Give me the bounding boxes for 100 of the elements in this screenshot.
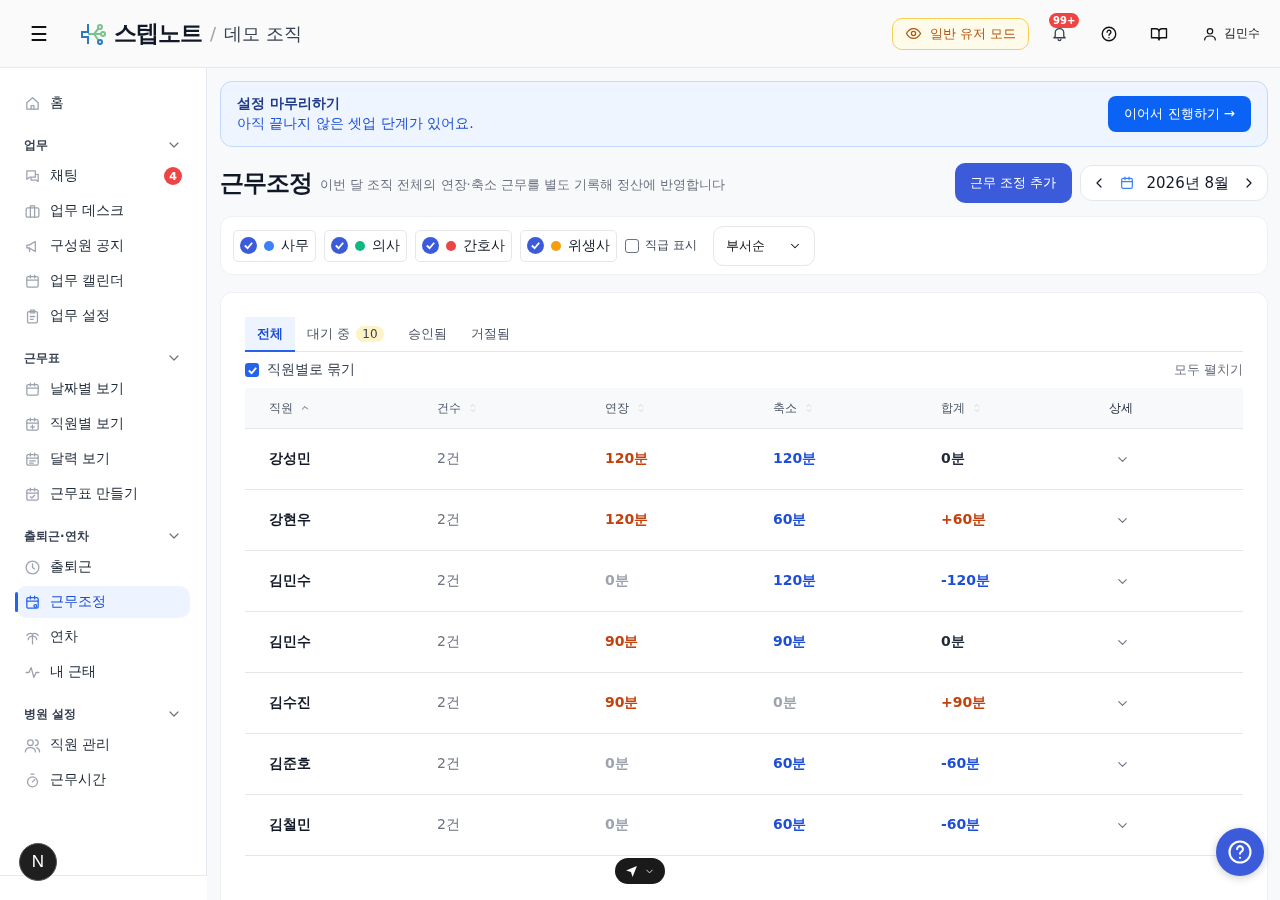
sidebar-item[interactable]: 직원 관리 xyxy=(16,729,190,761)
section-title: 근무표 xyxy=(24,349,60,367)
role-filter-chip[interactable]: 간호사 xyxy=(415,229,512,262)
sidebar-item[interactable]: 달력 보기 xyxy=(16,443,190,475)
table-cell: 120분 xyxy=(749,428,917,490)
expand-all-button[interactable]: 모두 펼치기 xyxy=(1173,361,1243,379)
briefcase-icon xyxy=(24,202,41,220)
clipboard-icon xyxy=(24,307,41,325)
table-cell: -60분 xyxy=(917,794,1085,856)
user-menu-button[interactable]: 김민수 xyxy=(1202,25,1260,42)
sidebar-item[interactable]: 근무표 만들기 xyxy=(16,478,190,510)
calendar-list-icon xyxy=(24,450,41,468)
table-cell: 0분 xyxy=(581,550,749,612)
calendar-clock-icon xyxy=(24,593,41,611)
tab[interactable]: 거절됨 xyxy=(458,317,522,352)
sidebar-item[interactable]: 출퇴근 xyxy=(16,551,190,583)
sort-select[interactable]: 부서순 xyxy=(712,225,815,266)
checkbox[interactable] xyxy=(527,237,544,254)
count-badge: 4 xyxy=(164,167,182,185)
sidebar-item[interactable]: 홈 xyxy=(16,87,190,119)
check-icon xyxy=(246,364,258,376)
table-cell: 60분 xyxy=(749,489,917,551)
chat-icon xyxy=(24,167,41,185)
table-cell: 120분 xyxy=(581,428,749,490)
banner-message: 아직 끝나지 않은 셋업 단계가 있어요. xyxy=(237,115,474,133)
calendar-icon xyxy=(24,380,41,398)
banner-title: 설정 마무리하기 xyxy=(237,95,341,113)
checkbox[interactable] xyxy=(625,238,639,253)
column-header[interactable]: 축소 xyxy=(773,399,797,417)
column-header: 상세 xyxy=(1109,399,1133,417)
user-mode-button[interactable]: 일반 유저 모드 xyxy=(891,17,1029,50)
table-cell: +90분 xyxy=(917,672,1085,734)
navigation-icon xyxy=(625,864,638,878)
table-cell: 2건 xyxy=(413,733,581,795)
tab[interactable]: 승인됨 xyxy=(395,317,459,352)
column-header[interactable]: 건수 xyxy=(437,399,461,417)
sidebar-item[interactable]: 근무시간 xyxy=(16,764,190,796)
page-title: 근무조정 xyxy=(220,168,312,199)
role-filter-chip[interactable]: 의사 xyxy=(324,229,407,262)
table-cell: 김민수 xyxy=(245,550,413,612)
tab[interactable]: 대기 중 10 xyxy=(295,317,396,352)
checkbox-label: 직원별로 묶기 xyxy=(267,361,356,379)
check-icon xyxy=(530,240,541,251)
checkbox[interactable] xyxy=(245,363,259,377)
sidebar-item[interactable]: 근무조정 xyxy=(16,586,190,618)
table-cell: 0분 xyxy=(917,611,1085,673)
sidebar-item[interactable]: 연차 xyxy=(16,621,190,653)
section-title: 병원 설정 xyxy=(24,705,77,723)
table-cell: 김수진 xyxy=(245,672,413,734)
sidebar-item[interactable]: 날짜별 보기 xyxy=(16,373,190,405)
table-cell: 김준호 xyxy=(245,733,413,795)
tab[interactable]: 전체 xyxy=(245,317,295,352)
breadcrumb-separator: / xyxy=(210,23,217,44)
sidebar-item[interactable]: 업무 캘린더 xyxy=(16,265,190,297)
calendar-icon xyxy=(1118,175,1135,191)
sidebar-item[interactable]: 내 근태 xyxy=(16,656,190,688)
table-cell: 강현우 xyxy=(245,489,413,551)
table-cell: 0분 xyxy=(749,672,917,734)
table-cell: 0분 xyxy=(917,428,1085,490)
sidebar-item[interactable]: 채팅 4 xyxy=(16,160,190,192)
role-filter-chip[interactable]: 사무 xyxy=(233,229,316,262)
table-cell: 2건 xyxy=(413,672,581,734)
sidebar-item[interactable]: 업무 설정 xyxy=(16,300,190,332)
eye-icon xyxy=(904,25,922,42)
table-cell: 0분 xyxy=(581,733,749,795)
sidebar-item[interactable]: 구성원 공지 xyxy=(16,230,190,262)
continue-button[interactable]: 이어서 진행하기 → xyxy=(1108,96,1251,132)
brand-name: 스텝노트 xyxy=(114,19,202,48)
table-cell: 2건 xyxy=(413,794,581,856)
sidebar-item[interactable]: 업무 데스크 xyxy=(16,195,190,227)
checkbox[interactable] xyxy=(422,237,439,254)
calendar-check-icon xyxy=(24,485,41,503)
user-icon xyxy=(1202,25,1218,42)
table-cell: 90분 xyxy=(749,611,917,673)
menu-button[interactable]: ☰ xyxy=(30,23,48,44)
table-cell: +60분 xyxy=(917,489,1085,551)
add-adjustment-button[interactable]: 근무 조정 추가 xyxy=(955,163,1072,203)
bell-icon[interactable] xyxy=(1051,25,1068,42)
checkbox[interactable] xyxy=(240,237,257,254)
table-cell: 120분 xyxy=(749,550,917,612)
table-cell: 2건 xyxy=(413,550,581,612)
role-filter-chip[interactable]: 위생사 xyxy=(520,229,617,262)
table-cell: -120분 xyxy=(917,550,1085,612)
check-icon xyxy=(425,240,436,251)
column-header[interactable]: 직원 xyxy=(269,399,293,417)
table-cell: 강성민 xyxy=(245,428,413,490)
section-title: 출퇴근·연차 xyxy=(24,527,89,545)
sidebar-item[interactable]: 직원별 보기 xyxy=(16,408,190,440)
table-cell: 2건 xyxy=(413,611,581,673)
count-badge: 10 xyxy=(356,325,384,342)
help-icon[interactable] xyxy=(1100,24,1118,43)
column-header[interactable]: 연장 xyxy=(605,399,629,417)
column-header[interactable]: 합계 xyxy=(941,399,965,417)
notification-badge: 99+ xyxy=(1049,13,1080,28)
checkbox[interactable] xyxy=(331,237,348,254)
check-icon xyxy=(334,240,345,251)
table-cell: 2건 xyxy=(413,428,581,490)
table-cell: 90분 xyxy=(581,672,749,734)
table-cell: 60분 xyxy=(749,794,917,856)
table-cell: 60분 xyxy=(749,733,917,795)
